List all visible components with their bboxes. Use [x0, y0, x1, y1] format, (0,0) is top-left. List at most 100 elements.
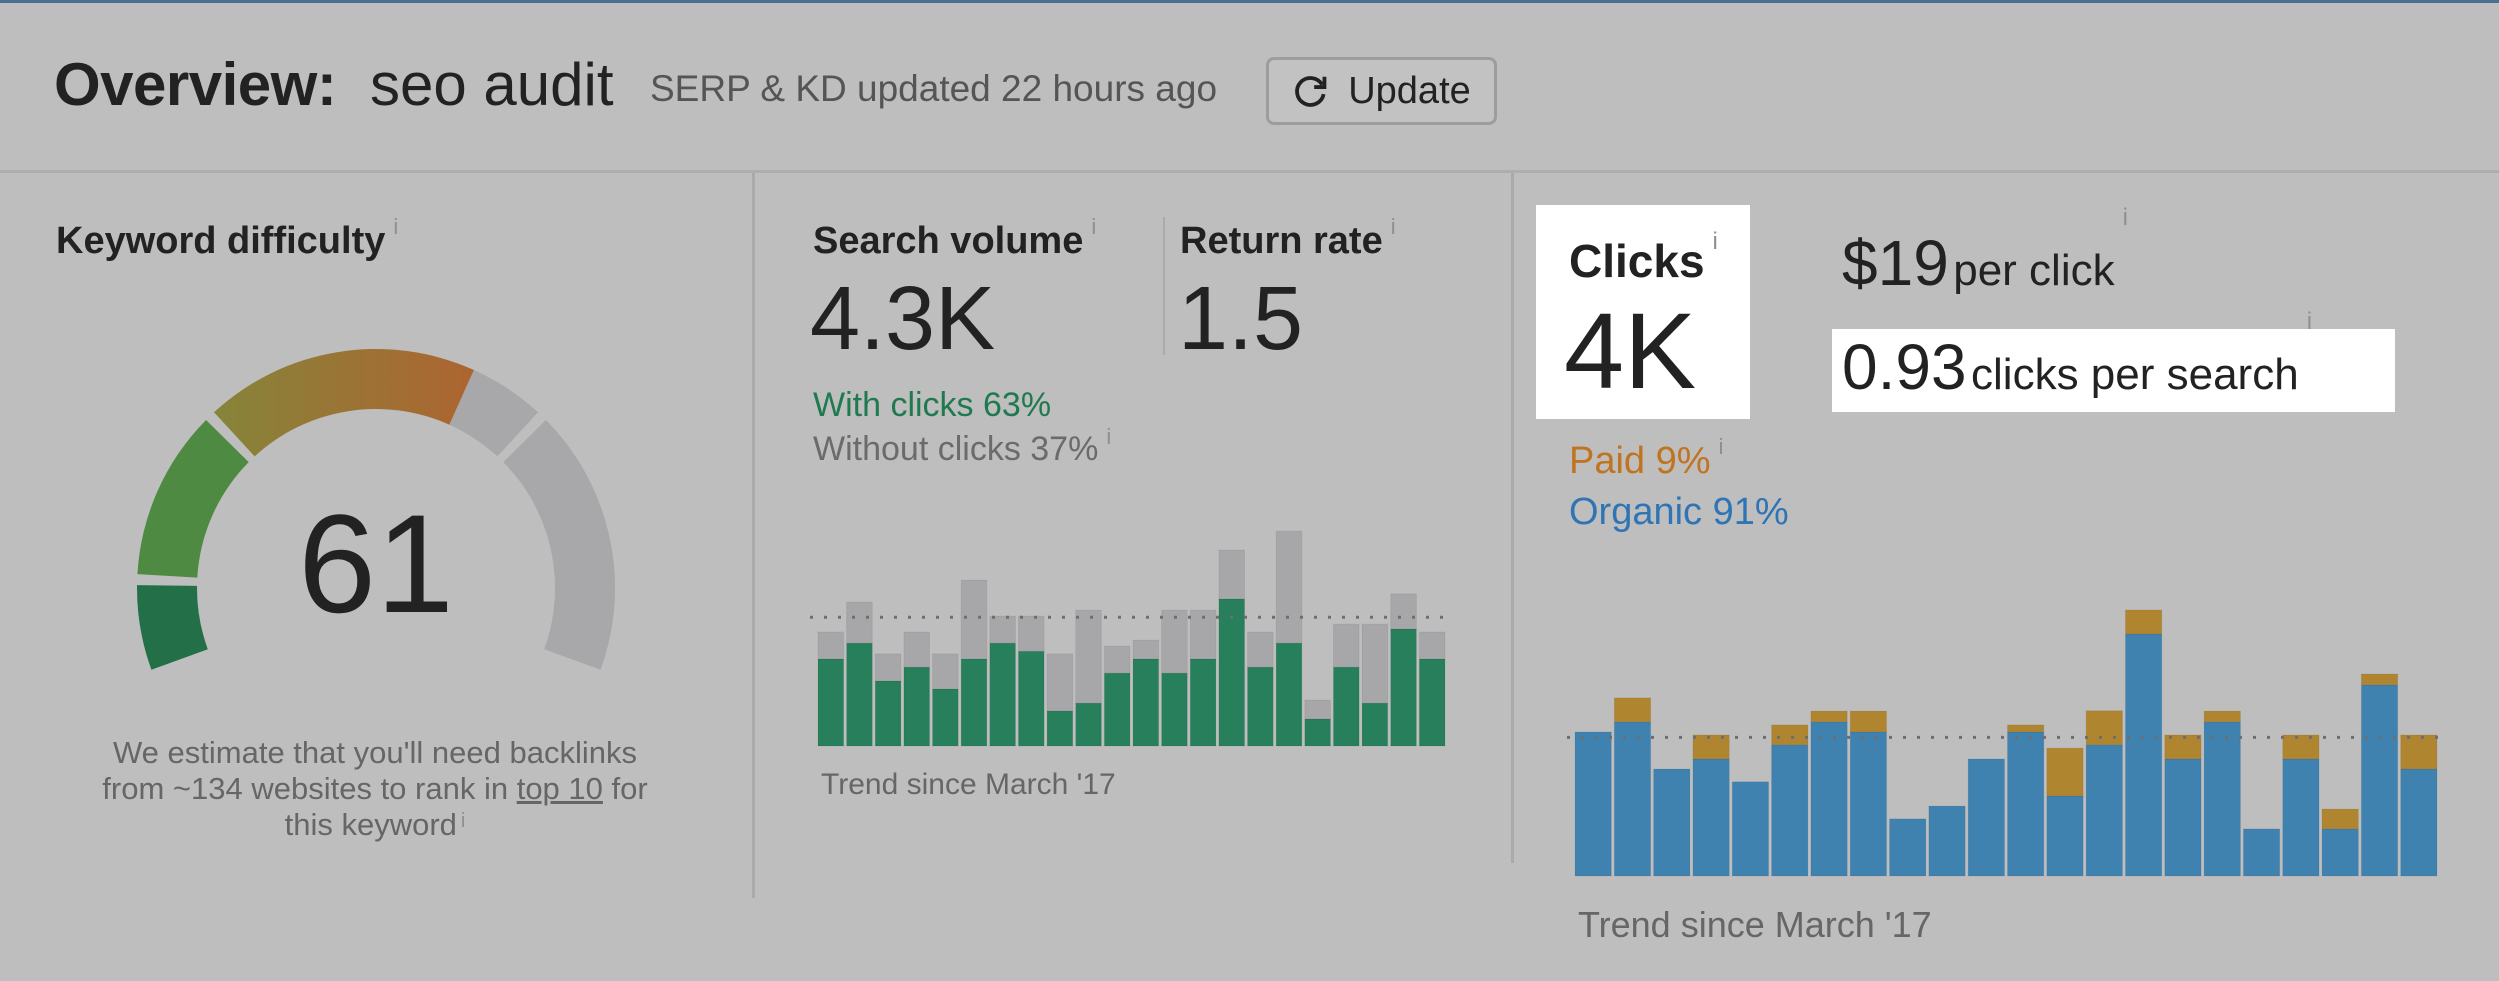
info-icon[interactable]: i	[1106, 424, 1111, 449]
bar-without-clicks-3[interactable]	[874, 653, 902, 682]
bar-with-clicks-14[interactable]	[1189, 658, 1217, 747]
bar-with-clicks-9[interactable]	[1046, 710, 1074, 747]
bar-without-clicks-21[interactable]	[1390, 593, 1417, 630]
bar-paid-14[interactable]	[2085, 710, 2123, 746]
updated-status: SERP & KD updated 22 hours ago	[650, 68, 1218, 109]
bar-with-clicks-19[interactable]	[1332, 666, 1360, 747]
bar-organic-6[interactable]	[1771, 744, 1809, 877]
bar-without-clicks-16[interactable]	[1247, 631, 1274, 668]
bar-without-clicks-17[interactable]	[1275, 530, 1303, 644]
paid-stat: Paid 9% i	[1569, 434, 1723, 483]
clicks-trend-caption: Trend since March '17	[1578, 904, 1932, 945]
info-icon[interactable]: i	[2307, 308, 2312, 335]
update-button[interactable]: Update	[1266, 57, 1497, 125]
bar-with-clicks-11[interactable]	[1103, 672, 1131, 747]
bar-paid-12[interactable]	[2007, 724, 2045, 733]
bar-without-clicks-9[interactable]	[1046, 653, 1074, 712]
bar-without-clicks-2[interactable]	[846, 601, 873, 644]
bar-organic-7[interactable]	[1810, 721, 1848, 877]
bar-organic-19[interactable]	[2282, 758, 2320, 877]
bar-without-clicks-5[interactable]	[932, 653, 959, 690]
bar-organic-13[interactable]	[2046, 795, 2084, 877]
bar-without-clicks-18[interactable]	[1304, 699, 1331, 720]
bar-without-clicks-19[interactable]	[1332, 623, 1360, 668]
info-icon[interactable]: i	[1091, 214, 1096, 239]
clicks-label-text: Clicks	[1569, 235, 1705, 287]
bar-with-clicks-18[interactable]	[1304, 718, 1331, 747]
info-icon[interactable]: i	[2123, 204, 2128, 231]
bar-with-clicks-6[interactable]	[960, 658, 988, 747]
bar-paid-15[interactable]	[2124, 609, 2163, 635]
bar-organic-20[interactable]	[2321, 828, 2359, 877]
bar-organic-10[interactable]	[1928, 805, 1966, 877]
bar-organic-21[interactable]	[2360, 684, 2399, 877]
bar-with-clicks-17[interactable]	[1275, 642, 1303, 747]
bar-paid-6[interactable]	[1771, 724, 1809, 746]
info-icon[interactable]: i	[1713, 228, 1718, 255]
kd-gauge: 61	[137, 349, 615, 670]
bar-with-clicks-2[interactable]	[846, 642, 873, 747]
cpc-label: per click	[1953, 246, 2115, 295]
kd-desc-line2: from ~134 websites to rank in	[102, 771, 517, 806]
bar-organic-3[interactable]	[1653, 768, 1691, 877]
bar-organic-2[interactable]	[1613, 721, 1652, 877]
bar-paid-21[interactable]	[2360, 673, 2399, 686]
bar-organic-22[interactable]	[2400, 768, 2438, 877]
bar-with-clicks-20[interactable]	[1361, 702, 1389, 747]
bar-without-clicks-22[interactable]	[1418, 631, 1446, 660]
bar-with-clicks-16[interactable]	[1247, 666, 1274, 747]
bar-organic-4[interactable]	[1692, 758, 1730, 877]
info-icon[interactable]: i	[1391, 214, 1396, 239]
bar-organic-5[interactable]	[1731, 781, 1770, 877]
top-10-link[interactable]: top 10	[517, 771, 603, 806]
bar-without-clicks-8[interactable]	[1017, 615, 1045, 652]
bar-paid-22[interactable]	[2400, 734, 2438, 770]
bar-with-clicks-22[interactable]	[1418, 658, 1446, 747]
bar-without-clicks-15[interactable]	[1218, 549, 1246, 600]
bar-with-clicks-15[interactable]	[1218, 598, 1246, 747]
bar-without-clicks-6[interactable]	[960, 579, 988, 660]
bar-organic-11[interactable]	[1967, 758, 2006, 877]
bar-with-clicks-7[interactable]	[989, 642, 1016, 747]
bar-with-clicks-10[interactable]	[1075, 702, 1102, 747]
bar-with-clicks-3[interactable]	[874, 680, 902, 747]
bar-with-clicks-4[interactable]	[903, 666, 931, 747]
return-rate-label: Return rate i	[1180, 214, 1396, 263]
bar-organic-18[interactable]	[2242, 828, 2281, 877]
bar-without-clicks-7[interactable]	[989, 615, 1016, 644]
info-icon[interactable]: i	[1719, 434, 1724, 459]
bar-paid-8[interactable]	[1849, 710, 1888, 733]
bar-with-clicks-1[interactable]	[817, 658, 845, 747]
bar-with-clicks-5[interactable]	[932, 688, 959, 747]
bar-organic-8[interactable]	[1849, 731, 1888, 877]
bar-without-clicks-12[interactable]	[1132, 639, 1160, 660]
cpc-value: $19	[1842, 227, 1949, 299]
bar-with-clicks-12[interactable]	[1132, 658, 1160, 747]
bar-without-clicks-20[interactable]	[1361, 623, 1389, 704]
info-icon[interactable]: i	[393, 214, 398, 239]
info-icon[interactable]: i	[461, 810, 465, 832]
return-rate-value: 1.5	[1178, 269, 1304, 369]
bar-with-clicks-13[interactable]	[1161, 672, 1188, 747]
bar-without-clicks-11[interactable]	[1103, 645, 1131, 674]
bar-organic-9[interactable]	[1889, 818, 1927, 877]
bar-organic-12[interactable]	[2007, 731, 2045, 877]
bar-organic-14[interactable]	[2085, 744, 2123, 877]
bar-organic-1[interactable]	[1574, 731, 1612, 877]
bar-with-clicks-8[interactable]	[1017, 650, 1045, 747]
bar-without-clicks-10[interactable]	[1075, 609, 1102, 704]
bar-without-clicks-1[interactable]	[817, 631, 845, 660]
bar-without-clicks-13[interactable]	[1161, 609, 1188, 674]
bar-paid-2[interactable]	[1613, 697, 1652, 723]
bar-without-clicks-4[interactable]	[903, 631, 931, 668]
bar-organic-16[interactable]	[2164, 758, 2202, 877]
bar-organic-17[interactable]	[2203, 721, 2241, 877]
bar-with-clicks-21[interactable]	[1390, 628, 1417, 747]
bar-paid-20[interactable]	[2321, 808, 2359, 830]
clicks-value: 4K	[1564, 290, 1697, 411]
bar-paid-13[interactable]	[2046, 747, 2084, 797]
bar-paid-17[interactable]	[2203, 710, 2241, 723]
bar-paid-7[interactable]	[1810, 710, 1848, 723]
bar-paid-19[interactable]	[2282, 734, 2320, 760]
bar-organic-15[interactable]	[2124, 633, 2163, 877]
